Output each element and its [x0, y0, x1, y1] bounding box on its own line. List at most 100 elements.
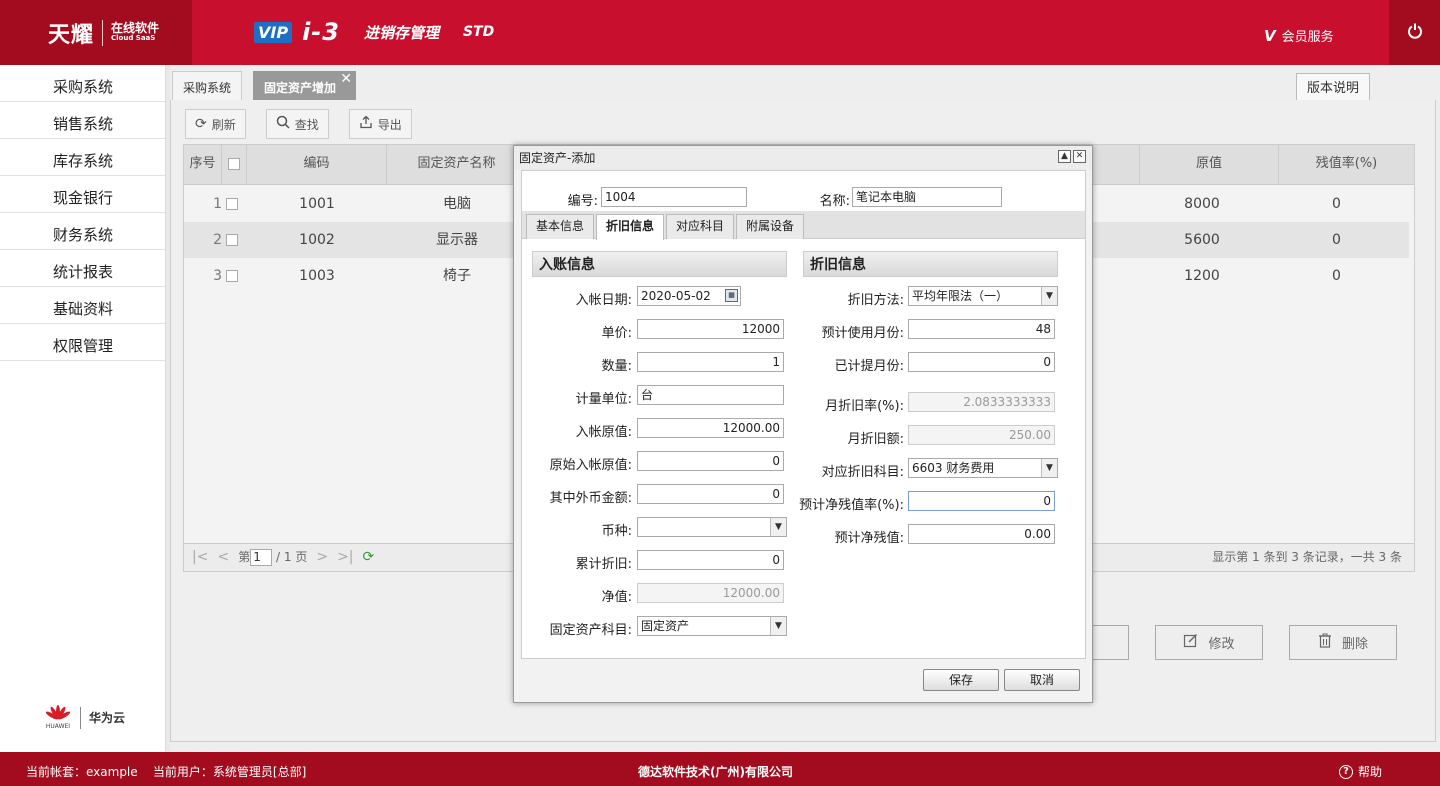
sidebar-item-cash-bank[interactable]: 现金银行 [0, 176, 165, 213]
accumulated-depreciation-input[interactable]: 0 [637, 550, 784, 570]
asset-account-select[interactable]: 固定资产 ▼ [637, 616, 787, 636]
tab-depreciation-info[interactable]: 折旧信息 [596, 214, 665, 240]
refresh-button[interactable]: ⟳ 刷新 [185, 109, 246, 139]
quantity-label: 数量: [601, 359, 632, 374]
first-page-icon[interactable]: |< [192, 544, 208, 571]
chevron-down-icon[interactable]: ▼ [1041, 459, 1057, 477]
logout-button[interactable] [1389, 0, 1440, 65]
search-button[interactable]: 查找 [265, 109, 329, 139]
record-info: 显示第 1 条到 3 条记录，一共 3 条 [1212, 550, 1402, 564]
page-prefix: 第 [238, 550, 251, 564]
help-label: 帮助 [1358, 765, 1383, 779]
help-link[interactable]: ? 帮助 [1339, 752, 1382, 786]
sidebar-item-finance[interactable]: 财务系统 [0, 213, 165, 250]
page-input[interactable]: 1 [250, 549, 273, 566]
depreciation-account-select[interactable]: 6603 财务费用 ▼ [908, 458, 1058, 478]
edit-button[interactable]: 修改 [1155, 625, 1263, 660]
save-button[interactable]: 保存 [923, 669, 999, 691]
row-code: 1001 [299, 196, 335, 212]
logo-sub-en: Cloud SaaS [111, 34, 156, 43]
column-header-residual-rate[interactable]: 残值率(%) [1279, 145, 1414, 185]
next-page-icon[interactable]: > [316, 544, 328, 571]
quantity-input[interactable]: 1 [637, 352, 784, 372]
residual-rate-input[interactable]: 0 [908, 491, 1055, 511]
chevron-down-icon[interactable]: ▼ [1041, 287, 1057, 305]
unit-label: 计量单位: [575, 392, 632, 407]
page-suffix: / 1 页 [276, 550, 308, 564]
chevron-down-icon[interactable]: ▼ [770, 518, 786, 536]
edition-label: STD [462, 24, 495, 40]
tab-basic-info[interactable]: 基本信息 [526, 214, 595, 239]
original-entry-value-input[interactable]: 0 [637, 451, 784, 471]
tab-fixed-asset-add[interactable]: 固定资产增加 ✕ [253, 71, 356, 103]
entry-value-input[interactable]: 12000.00 [637, 418, 784, 438]
close-icon[interactable]: ✕ [1073, 150, 1086, 163]
dialog-title[interactable]: 固定资产-添加 [514, 146, 1092, 170]
unit-input[interactable]: 台 [637, 385, 784, 405]
residual-value-label: 预计净残值: [834, 531, 904, 546]
sidebar-item-reports[interactable]: 统计报表 [0, 250, 165, 287]
tab-accounts[interactable]: 对应科目 [666, 214, 735, 239]
select-all-cell [222, 145, 247, 185]
edit-label: 修改 [1208, 637, 1235, 652]
collapse-icon[interactable]: ▲ [1058, 150, 1071, 163]
foreign-amount-label: 其中外币金额: [549, 491, 632, 506]
column-header-name[interactable]: 固定资产名称 [387, 145, 527, 185]
reload-icon[interactable]: ⟳ [363, 544, 375, 571]
accrued-months-input[interactable]: 0 [908, 352, 1055, 372]
tab-purchase[interactable]: 采购系统 [172, 71, 243, 103]
expected-months-input[interactable]: 48 [908, 319, 1055, 339]
sidebar-item-permissions[interactable]: 权限管理 [0, 324, 165, 361]
depreciation-method-select[interactable]: 平均年限法（一） ▼ [908, 286, 1058, 306]
tab-attached-equipment[interactable]: 附属设备 [736, 214, 805, 239]
row-no: 2 [213, 232, 222, 248]
row-name: 电脑 [443, 196, 471, 212]
pager-nav: |< < 第1 / 1 页 > >| ⟳ [192, 544, 374, 571]
row-checkbox[interactable] [226, 198, 238, 210]
sidebar-item-sales[interactable]: 销售系统 [0, 102, 165, 139]
last-page-icon[interactable]: >| [337, 544, 353, 571]
sidebar-item-basic-data[interactable]: 基础资料 [0, 287, 165, 324]
asset-account-value: 固定资产 [641, 619, 690, 633]
column-header-code[interactable]: 编码 [247, 145, 387, 185]
column-header-value[interactable]: 原值 [1139, 145, 1279, 185]
entry-date-input[interactable]: 2020-05-02 ▦ [637, 286, 741, 306]
depreciation-method-label: 折旧方法: [847, 293, 904, 308]
member-v-icon: V [1264, 26, 1276, 45]
currency-select[interactable]: ▼ [637, 517, 787, 537]
entry-value-label: 入帐原值: [575, 425, 632, 440]
row-value: 8000 [1184, 196, 1220, 212]
row-rate: 0 [1332, 196, 1341, 212]
row-no: 1 [213, 196, 222, 212]
residual-value-input[interactable]: 0.00 [908, 524, 1055, 544]
prev-page-icon[interactable]: < [217, 544, 229, 571]
close-icon[interactable]: ✕ [340, 63, 352, 95]
monthly-rate-input: 2.0833333333 [908, 392, 1055, 412]
cancel-button[interactable]: 取消 [1004, 669, 1080, 691]
foreign-amount-input[interactable]: 0 [637, 484, 784, 504]
unit-price-input[interactable]: 12000 [637, 319, 784, 339]
chevron-down-icon[interactable]: ▼ [770, 617, 786, 635]
code-input[interactable]: 1004 [601, 187, 747, 207]
footer: 当前帐套：example 当前用户：系统管理员[总部] 德达软件技术(广州)有限… [0, 752, 1440, 786]
logo-main-text: 天耀 [48, 22, 95, 48]
row-checkbox[interactable] [226, 234, 238, 246]
calendar-icon[interactable]: ▦ [725, 289, 738, 302]
sidebar-item-inventory[interactable]: 库存系统 [0, 139, 165, 176]
sidebar-item-purchase[interactable]: 采购系统 [0, 65, 165, 102]
row-rate: 0 [1332, 232, 1341, 248]
select-all-checkbox[interactable] [228, 157, 240, 170]
logo-divider [80, 706, 81, 729]
section-entry-info: 入账信息 [532, 251, 787, 277]
asset-account-label: 固定资产科目: [549, 623, 632, 638]
monthly-rate-label: 月折旧率(%): [825, 399, 904, 414]
row-checkbox[interactable] [226, 270, 238, 282]
name-input[interactable]: 笔记本电脑 [852, 187, 1002, 207]
row-code: 1003 [299, 268, 335, 284]
version-notes-button[interactable]: 版本说明 [1296, 73, 1371, 103]
delete-button[interactable]: 删除 [1289, 625, 1397, 660]
sidebar: 采购系统 销售系统 库存系统 现金银行 财务系统 统计报表 基础资料 权限管理 … [0, 65, 166, 752]
row-value: 1200 [1184, 268, 1220, 284]
member-service-link[interactable]: V 会员服务 [1264, 26, 1334, 46]
export-button[interactable]: 导出 [348, 109, 412, 139]
